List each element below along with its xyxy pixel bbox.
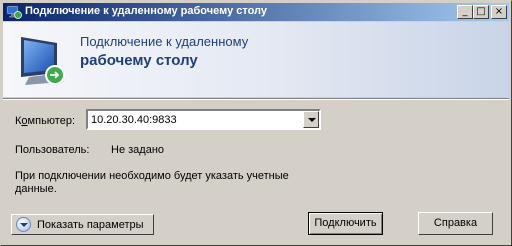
remote-desktop-icon (21, 37, 65, 85)
banner-title-line2: рабочему столу (80, 52, 198, 69)
maximize-button[interactable]: □ (473, 5, 489, 19)
minimize-button[interactable]: _ (457, 5, 473, 19)
help-button[interactable]: Справка (418, 212, 493, 235)
computer-combobox[interactable]: 10.20.30.40:9833 (86, 109, 321, 130)
computer-label: Компьютер: (15, 115, 76, 127)
show-options-label: Показать параметры (37, 219, 144, 231)
close-button[interactable]: × (491, 5, 507, 19)
chevron-down-icon (16, 217, 31, 232)
header-banner: Подключение к удаленному рабочему столу (3, 22, 509, 97)
computer-input[interactable]: 10.20.30.40:9833 (91, 114, 177, 126)
user-label: Пользователь: (15, 144, 90, 156)
title-bar[interactable]: Подключение к удаленному рабочему столу … (3, 3, 509, 21)
banner-title-line1: Подключение к удаленному (80, 34, 249, 49)
dropdown-arrow-icon[interactable] (303, 111, 319, 128)
banner-separator (3, 98, 509, 100)
remote-desktop-small-icon (6, 5, 22, 19)
show-options-button[interactable]: Показать параметры (11, 214, 154, 235)
rdp-dialog-window: Подключение к удаленному рабочему столу … (0, 0, 512, 246)
connect-button[interactable]: Подключить (308, 212, 383, 235)
credentials-note: При подключении необходимо будет указать… (15, 170, 289, 195)
window-title: Подключение к удаленному рабочему столу (25, 5, 268, 17)
user-value: Не задано (111, 144, 165, 156)
